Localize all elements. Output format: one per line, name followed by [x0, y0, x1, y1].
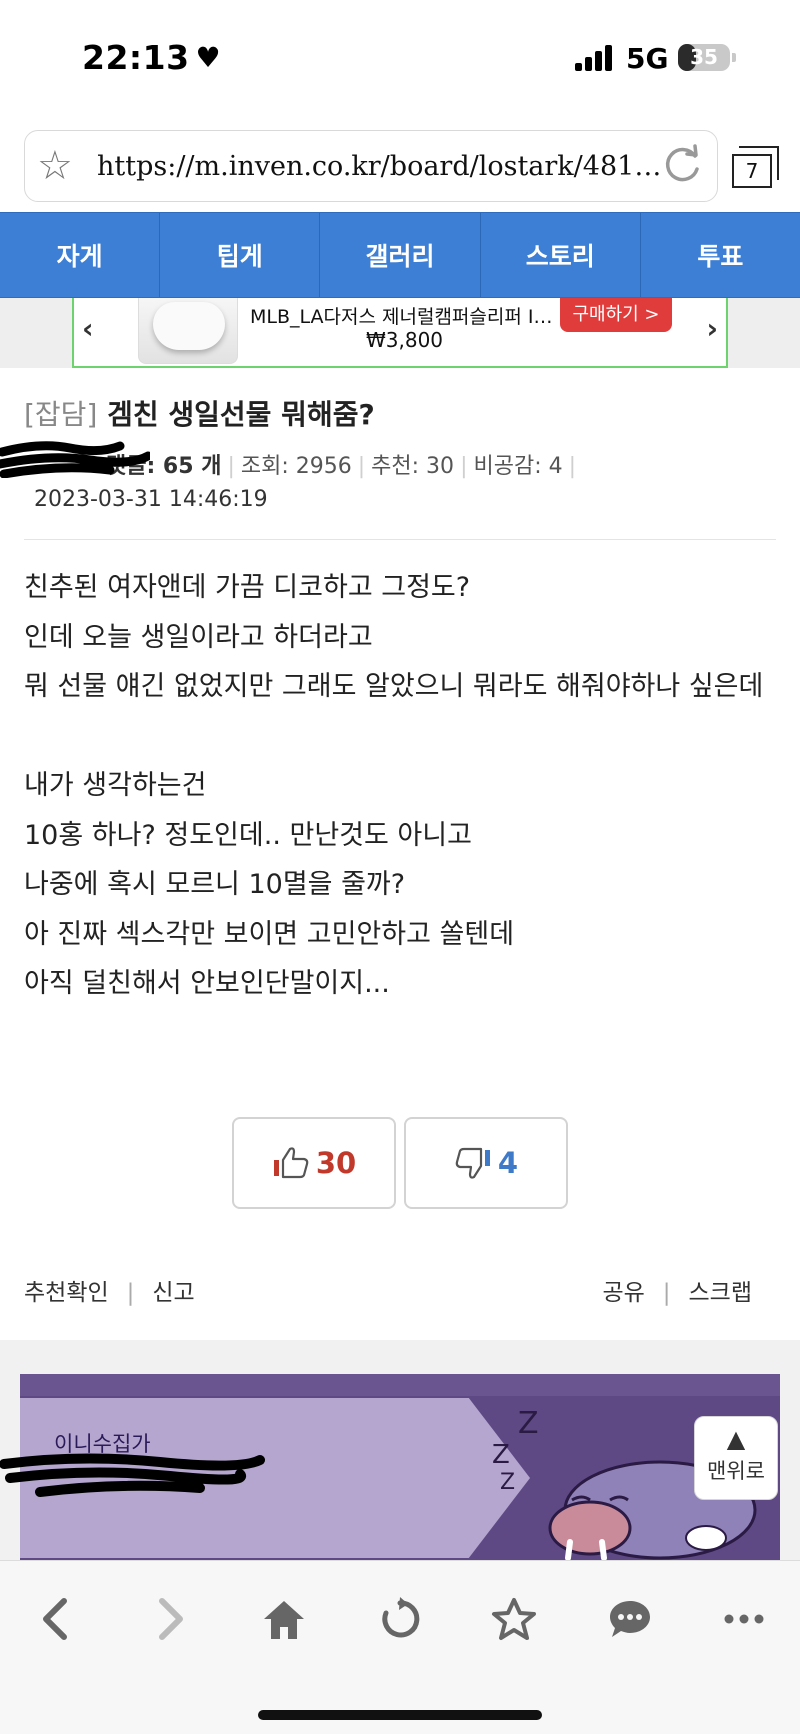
ad-buy-button[interactable]: 구매하기 > — [560, 298, 672, 332]
home-icon — [264, 1601, 304, 1639]
nav-tab-tips[interactable]: 팁게 — [160, 213, 321, 297]
ad-price: ₩3,800 — [366, 328, 444, 352]
battery-tip — [732, 53, 736, 62]
sleep-z-icon: Z — [492, 1440, 510, 1470]
reload-icon[interactable] — [657, 141, 707, 191]
ad-area: ‹ MLB_LA다저스 제너럴캠퍼슬리퍼 IV… ₩3,800 구매하기 > › — [0, 298, 800, 368]
body-line: 아직 덜친해서 안보인단말이지... — [24, 968, 390, 999]
chat-bubble-icon — [610, 1601, 650, 1637]
profile-name-redaction — [0, 1453, 265, 1497]
back-icon — [43, 1598, 67, 1640]
signal-icon — [575, 45, 615, 71]
post-date: 2023-03-31 14:46:19 — [34, 487, 268, 512]
post-actions-right: 공유 | 스크랩 — [602, 1280, 752, 1306]
divider — [24, 539, 776, 540]
body-line: 인데 오늘 생일이라고 하더라고 — [24, 621, 373, 653]
status-bar: 22:13 ♥ 5G 35 — [0, 0, 800, 118]
more-icon — [724, 1614, 764, 1624]
battery-level-text: 35 — [690, 45, 718, 69]
browser-toolbar — [0, 1560, 800, 1734]
heart-icon: ♥ — [195, 41, 222, 74]
forward-icon — [159, 1598, 183, 1640]
battery-icon: 35 — [678, 44, 730, 71]
ad-prev-icon[interactable]: ‹ — [82, 312, 94, 345]
recommend-check-link[interactable]: 추천확인 — [24, 1280, 109, 1306]
downvote-count: 4 — [497, 1146, 519, 1180]
bookmark-star-icon[interactable]: ☆ — [37, 141, 73, 191]
board-nav: 자게 팁게 갤러리 스토리 투표 — [0, 212, 800, 298]
post-category: [잡담] — [24, 398, 98, 431]
view-count: 조회: 2956 — [240, 454, 352, 479]
body-line: 아 진짜 섹스각만 보이면 고민안하고 쏠텐데 — [24, 918, 515, 950]
scroll-to-top-label: 맨위로 — [707, 1459, 765, 1483]
ad-next-icon[interactable]: › — [706, 312, 718, 345]
more-button[interactable] — [716, 1591, 772, 1647]
scrap-link[interactable]: 스크랩 — [689, 1280, 752, 1306]
dislike-count-meta: 비공감: 4 — [473, 454, 563, 479]
body-line: 뭐 선물 얘긴 없었지만 그래도 알았으니 뭐라도 해줘야하나 싶은데 — [24, 671, 764, 702]
share-link[interactable]: 공유 — [602, 1280, 644, 1306]
body-line: 친추된 여자앤데 가끔 디코하고 그정도? — [24, 572, 471, 603]
up-arrow-icon: ▲ — [726, 1425, 746, 1453]
thumbs-up-icon — [273, 1147, 309, 1179]
status-time: 22:13 ♥ — [82, 38, 221, 77]
ad-title[interactable]: MLB_LA다저스 제너럴캠퍼슬리퍼 IV… — [250, 302, 560, 329]
report-link[interactable]: 신고 — [152, 1280, 194, 1306]
post-body: 친추된 여자앤데 가끔 디코하고 그정도? 인데 오늘 생일이라고 하더라고 뭐… — [24, 563, 776, 1009]
body-line: 나중에 혹시 모르니 10멸을 줄까? — [24, 869, 406, 900]
tab-count: 7 — [732, 154, 772, 188]
refresh-icon — [382, 1597, 420, 1638]
post-title-text: 겜친 생일선물 뭐해줌? — [107, 398, 375, 431]
home-indicator — [258, 1710, 542, 1720]
forward-button[interactable] — [142, 1591, 198, 1647]
back-button[interactable] — [28, 1591, 84, 1647]
refresh-button[interactable] — [372, 1591, 428, 1647]
bookmark-button[interactable] — [486, 1591, 542, 1647]
upvote-count: 30 — [315, 1146, 357, 1180]
tabs-button[interactable]: 7 — [732, 146, 779, 188]
scroll-to-top-button[interactable]: ▲ 맨위로 — [694, 1416, 778, 1500]
chat-button[interactable] — [602, 1591, 658, 1647]
nav-tab-story[interactable]: 스토리 — [481, 213, 641, 297]
post-actions-left: 추천확인 | 신고 — [24, 1280, 195, 1306]
downvote-button[interactable]: 4 — [404, 1117, 568, 1209]
nav-tab-gallery[interactable]: 갤러리 — [320, 213, 481, 297]
nav-tab-vote[interactable]: 투표 — [641, 213, 800, 297]
status-time-text: 22:13 — [82, 38, 190, 77]
network-label: 5G — [626, 42, 669, 75]
address-bar[interactable]: ☆ https://m.inven.co.kr/board/lostark/48… — [24, 130, 718, 202]
ad-product-image[interactable] — [138, 298, 238, 364]
post-title: [잡담] 겜친 생일선물 뭐해줌? — [24, 393, 375, 433]
like-count-meta: 추천: 30 — [371, 454, 455, 479]
body-line: 내가 생각하는건 — [24, 770, 207, 801]
url-text[interactable]: https://m.inven.co.kr/board/lostark/4811… — [97, 151, 677, 182]
sleep-z-icon: Z — [500, 1470, 516, 1495]
body-line — [24, 712, 776, 762]
body-line: 10홍 하나? 정도인데.. 만난것도 아니고 — [24, 819, 472, 851]
nav-tab-free[interactable]: 자게 — [0, 213, 161, 297]
star-icon — [492, 1598, 536, 1640]
author-redaction — [0, 441, 150, 478]
thumbs-down-icon — [455, 1147, 490, 1179]
home-button[interactable] — [256, 1591, 312, 1647]
upvote-button[interactable]: 30 — [232, 1117, 396, 1209]
ad-banner[interactable]: ‹ MLB_LA다저스 제너럴캠퍼슬리퍼 IV… ₩3,800 구매하기 > › — [72, 298, 728, 368]
